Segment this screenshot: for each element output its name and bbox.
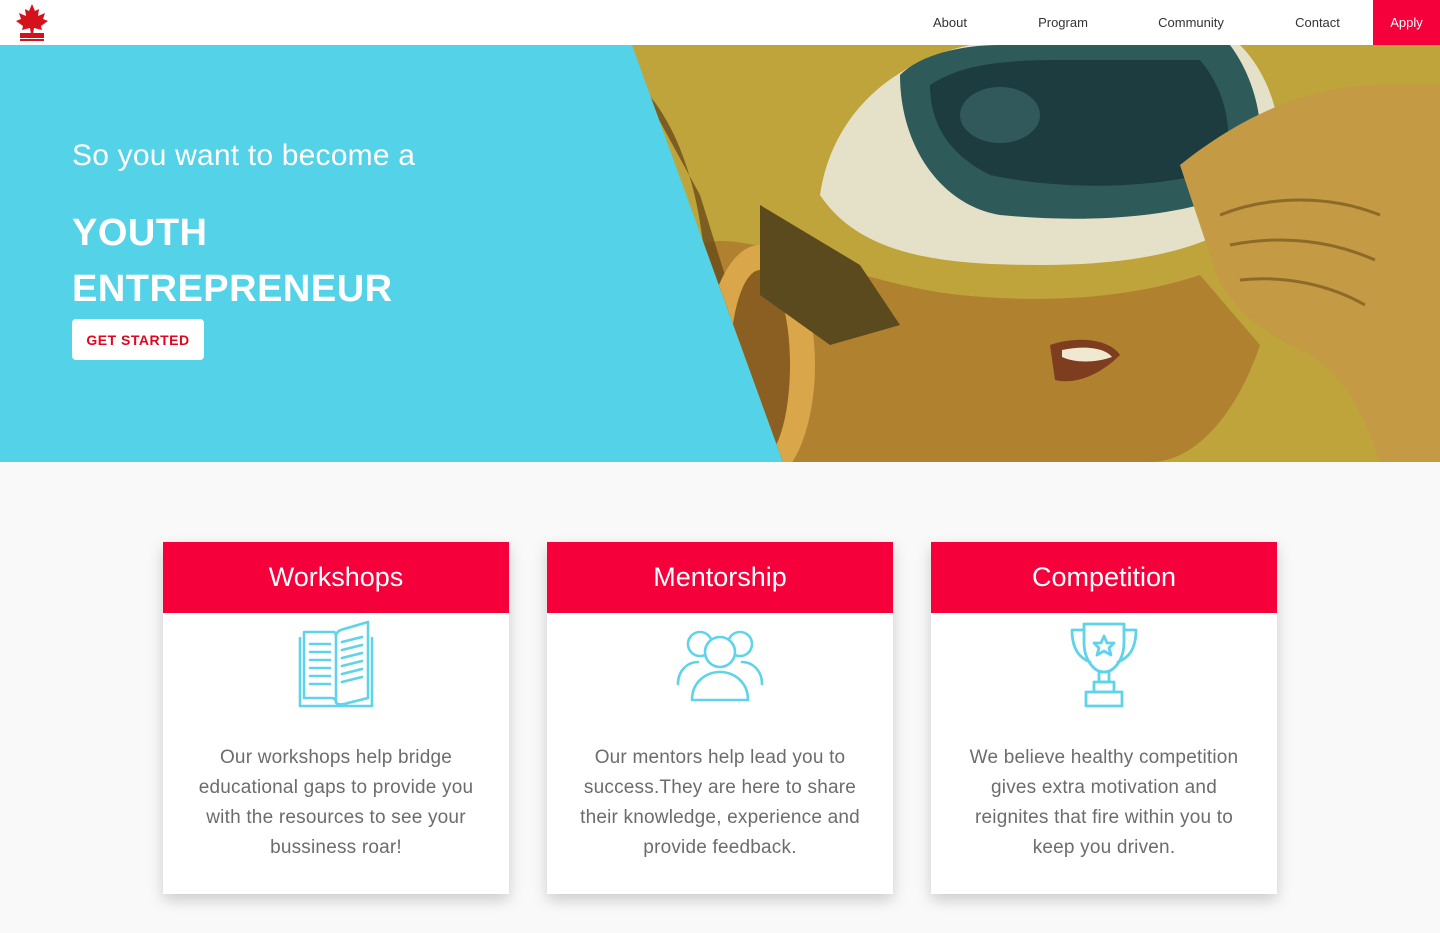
trophy-icon [1070, 622, 1138, 708]
card-title: Competition [931, 542, 1277, 613]
get-started-button[interactable]: GET STARTED [72, 319, 204, 360]
mentorship-card: Mentorship Our mentors help lead you to … [547, 542, 893, 894]
nav-links: About Program Community Contact Apply [894, 0, 1440, 45]
nav-apply-button[interactable]: Apply [1373, 0, 1440, 45]
card-description: Our mentors help lead you to success.The… [580, 747, 860, 858]
open-book-icon [298, 620, 374, 708]
hero-section: So you want to become a YOUTH ENTREPRENE… [0, 45, 1440, 462]
card-description: We believe healthy competition gives ext… [969, 747, 1239, 858]
card-description: Our workshops help bridge educational ga… [198, 747, 474, 858]
nav-program-link[interactable]: Program [1006, 0, 1120, 45]
competition-card: Competition We believe healthy competiti… [931, 542, 1277, 894]
maple-leaf-logo[interactable] [14, 2, 50, 42]
hero-title-line-1: YOUTH [72, 212, 208, 254]
card-title: Mentorship [547, 542, 893, 613]
nav-community-link[interactable]: Community [1120, 0, 1262, 45]
card-title: Workshops [163, 542, 509, 613]
nav-about-link[interactable]: About [894, 0, 1006, 45]
hero-title-line-2: ENTREPRENEUR [72, 268, 393, 310]
workshops-card: Workshops Our workshops help bridge educ… [163, 542, 509, 894]
nav-contact-link[interactable]: Contact [1262, 0, 1373, 45]
hero-kicker: So you want to become a [72, 139, 416, 172]
hero-title: YOUTH ENTREPRENEUR [72, 205, 393, 317]
top-navbar: About Program Community Contact Apply [0, 0, 1440, 45]
group-people-icon [676, 630, 764, 702]
